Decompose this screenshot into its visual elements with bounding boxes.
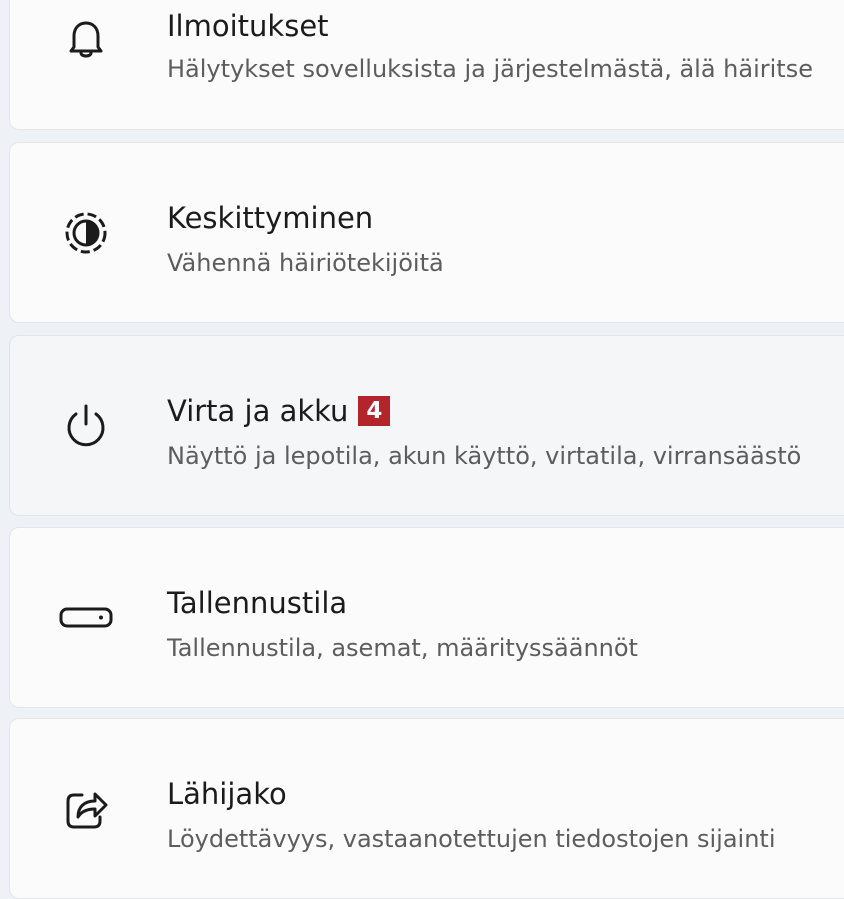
settings-item-nearby-sharing[interactable]: Lähijako Löydettävyys, vastaanotettujen …: [9, 718, 844, 899]
focus-icon: [58, 205, 114, 261]
settings-item-focus[interactable]: Keskittyminen Vähennä häiriötekijöitä: [9, 142, 844, 323]
share-icon: [58, 781, 114, 837]
settings-item-subtitle: Tallennustila, asemat, määrityssäännöt: [167, 634, 638, 662]
settings-item-subtitle: Vähennä häiriötekijöitä: [167, 249, 444, 277]
callout-badge: 4: [358, 396, 391, 426]
storage-drive-icon: [58, 590, 114, 646]
settings-item-power-battery[interactable]: Virta ja akku 4 Näyttö ja lepotila, akun …: [9, 335, 844, 516]
settings-item-title: Virta ja akku 4: [167, 393, 391, 429]
settings-item-title: Keskittyminen: [167, 201, 374, 235]
settings-item-subtitle: Näyttö ja lepotila, akun käyttö, virtati…: [167, 442, 802, 470]
settings-item-notifications[interactable]: Ilmoitukset Hälytykset sovelluksista ja …: [9, 0, 844, 130]
settings-item-storage[interactable]: Tallennustila Tallennustila, asemat, mää…: [9, 527, 844, 708]
settings-item-title-text: Virta ja akku: [167, 394, 349, 428]
power-icon: [58, 398, 114, 454]
settings-item-title: Lähijako: [167, 777, 287, 811]
settings-item-subtitle: Hälytykset sovelluksista ja järjestelmäs…: [167, 55, 813, 83]
bell-icon: [58, 11, 114, 67]
settings-item-title: Ilmoitukset: [167, 9, 329, 43]
settings-item-title: Tallennustila: [167, 586, 348, 620]
settings-item-subtitle: Löydettävyys, vastaanotettujen tiedostoj…: [167, 825, 776, 853]
